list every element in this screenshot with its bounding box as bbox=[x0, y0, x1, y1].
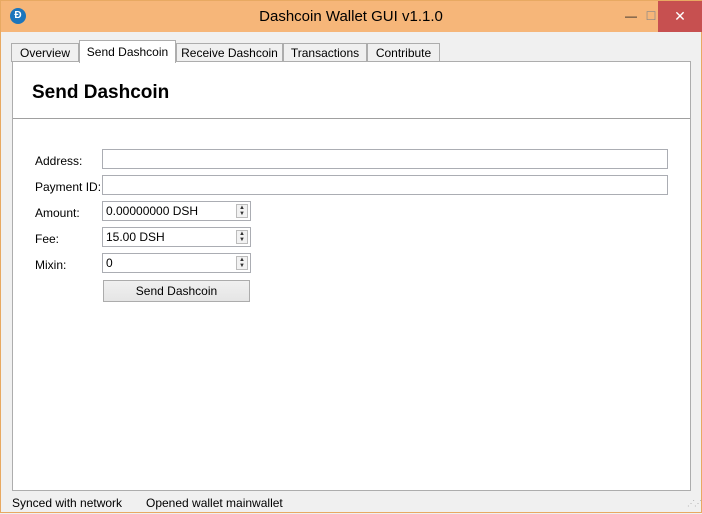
mixin-spinbox[interactable]: 0 ▲ ▼ bbox=[102, 253, 251, 273]
fee-spinbox[interactable]: 15.00 DSH ▲ ▼ bbox=[102, 227, 251, 247]
fee-value: 15.00 DSH bbox=[106, 230, 165, 244]
mixin-value: 0 bbox=[106, 256, 113, 270]
minimize-button[interactable]: — bbox=[618, 1, 644, 32]
down-arrow-icon[interactable]: ▼ bbox=[237, 263, 247, 269]
divider bbox=[13, 118, 690, 119]
tab-overview[interactable]: Overview bbox=[11, 43, 79, 62]
fee-stepper[interactable]: ▲ ▼ bbox=[236, 230, 248, 244]
tab-contribute[interactable]: Contribute bbox=[367, 43, 440, 62]
window-title: Dashcoin Wallet GUI v1.1.0 bbox=[259, 8, 443, 25]
title-bar[interactable]: Đ Dashcoin Wallet GUI v1.1.0 — ☐ ✕ bbox=[1, 1, 702, 32]
close-button[interactable]: ✕ bbox=[658, 1, 702, 32]
wallet-status: Opened wallet mainwallet bbox=[146, 496, 283, 510]
amount-spinbox[interactable]: 0.00000000 DSH ▲ ▼ bbox=[102, 201, 251, 221]
send-dashcoin-button[interactable]: Send Dashcoin bbox=[103, 280, 250, 302]
send-panel: Send Dashcoin Address: Payment ID: Amoun… bbox=[12, 61, 691, 491]
amount-label: Amount: bbox=[35, 206, 80, 220]
down-arrow-icon[interactable]: ▼ bbox=[237, 211, 247, 217]
tab-receive-dashcoin[interactable]: Receive Dashcoin bbox=[176, 43, 283, 62]
payment-id-input[interactable] bbox=[102, 175, 668, 195]
address-input[interactable] bbox=[102, 149, 668, 169]
tab-send-dashcoin[interactable]: Send Dashcoin bbox=[79, 40, 176, 63]
mixin-label: Mixin: bbox=[35, 258, 67, 272]
address-label: Address: bbox=[35, 154, 83, 168]
page-title: Send Dashcoin bbox=[32, 82, 170, 103]
fee-label: Fee: bbox=[35, 232, 60, 246]
amount-stepper[interactable]: ▲ ▼ bbox=[236, 204, 248, 218]
status-bar: Synced with network Opened wallet mainwa… bbox=[1, 492, 702, 512]
mixin-stepper[interactable]: ▲ ▼ bbox=[236, 256, 248, 270]
sync-status: Synced with network bbox=[12, 496, 123, 510]
down-arrow-icon[interactable]: ▼ bbox=[237, 237, 247, 243]
maximize-button[interactable]: ☐ bbox=[644, 1, 658, 32]
payment-id-label: Payment ID: bbox=[35, 180, 102, 194]
amount-value: 0.00000000 DSH bbox=[106, 204, 199, 218]
resize-grip-icon[interactable]: ⋰⋰ bbox=[687, 499, 702, 509]
app-window: Đ Dashcoin Wallet GUI v1.1.0 — ☐ ✕ Overv… bbox=[0, 0, 702, 513]
tab-transactions[interactable]: Transactions bbox=[283, 43, 367, 62]
